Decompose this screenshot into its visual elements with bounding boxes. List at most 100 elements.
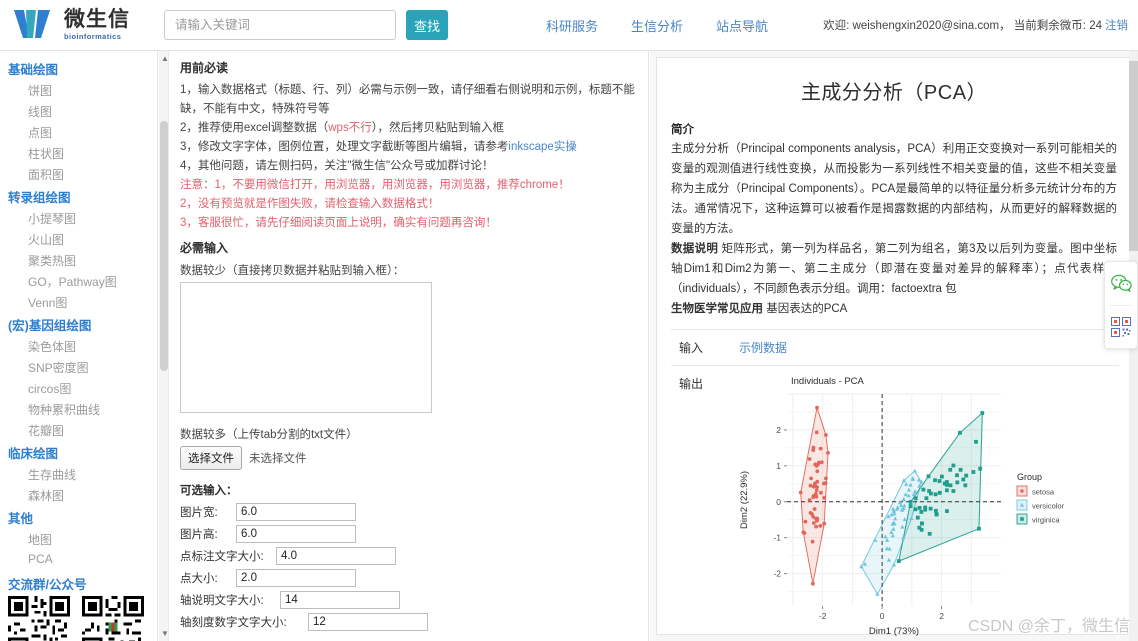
intro-paragraph: 主成分分析（Principal components analysis，PCA）… [671,143,1117,235]
inkscape-link[interactable]: inkscape实操 [508,141,576,153]
welcome-text: 欢迎: weishengxin2020@sina.com， 当前剩余微币: 24 [823,20,1102,32]
page-root: 微生信 bioinformatics 查找 科研服务 生信分析 站点导航 欢迎:… [0,0,1138,641]
note-1: 1，输入数据格式（标题、行、列）必需与示例一致，请仔细看右侧说明和示例，标题不能… [180,84,635,115]
data-textarea[interactable] [180,282,432,413]
sidebar-item-pie-chart[interactable]: 饼图 [0,80,157,101]
svg-text:0: 0 [880,611,885,621]
qr-section-title: 交流群/公众号 [8,578,87,592]
sidebar-group-basic[interactable]: 基础绘图 [0,57,157,80]
form-content: 用前必读 1，输入数据格式（标题、行、列）必需与示例一致，请仔细看右侧说明和示例… [170,51,648,641]
qrcode-icon[interactable] [1104,305,1138,348]
field-row-axis-tick-size: 轴刻度数字文字大小: [180,613,639,631]
small-data-label: 数据较少（直接拷贝数据并粘贴到输入框）： [180,265,405,277]
left-sidebar: 基础绘图 饼图 线图 点图 柱状图 面积图 转录组绘图 小提琴图 火山图 聚类热… [0,51,158,641]
logout-link[interactable]: 注销 [1105,20,1128,32]
sidebar-item-species-accumulation[interactable]: 物种累积曲线 [0,399,157,420]
search-input[interactable] [164,10,396,40]
input-image-height[interactable] [236,525,356,543]
must-read-title: 用前必读 [180,61,229,75]
nav-item-research-service[interactable]: 科研服务 [546,16,598,35]
io-row-output: 输出 -2 0 2 -2 -1 0 1 2 Individuals - PCA Dim1 (73%… [671,366,1119,641]
field-row-axis-title-size: 轴说明文字大小: [180,591,639,609]
note-3: 3，修改文字字体，图例位置，处理文字截断等图片编辑，请参考inkscape实操 [180,141,577,153]
sidebar-item-venn[interactable]: Venn图 [0,292,157,313]
label-image-width: 图片宽: [180,507,218,519]
search-button[interactable]: 查找 [406,10,448,40]
sidebar-item-forest-plot[interactable]: 森林图 [0,485,157,506]
svg-text:-1: -1 [773,533,781,543]
svg-text:2: 2 [776,425,781,435]
sidebar-item-bar-chart[interactable]: 柱状图 [0,143,157,164]
watermark-text: CSDN @余丁，微生信 [967,618,1130,635]
svg-text:setosa: setosa [1032,488,1055,497]
warning-1: 注意：1，不要用微信打开，用浏览器，用浏览器，用浏览器，推荐chrome！ [180,179,570,191]
sidebar-item-go-pathway[interactable]: GO，Pathway图 [0,271,157,292]
scroll-thumb[interactable] [160,121,168,371]
choose-file-button[interactable]: 选择文件 [180,446,242,470]
sidebar-group-transcriptome[interactable]: 转录组绘图 [0,185,157,208]
sidebar-item-snp-density[interactable]: SNP密度图 [0,357,157,378]
input-image-width[interactable] [236,503,356,521]
search-area: 查找 [164,10,448,40]
input-axis-title-size[interactable] [280,591,400,609]
brand-name-en: bioinformatics [64,32,122,42]
brand-name-cn: 微生信 [64,8,130,32]
input-point-label-size[interactable] [276,547,396,565]
qr-cell-group: 微信交流群 [8,596,70,641]
sidebar-group-clinical[interactable]: 临床绘图 [0,441,157,464]
svg-text:2: 2 [939,611,944,621]
scroll-down-icon[interactable]: ▼ [161,629,169,638]
bio-application: 生物医学常见应用 基因表达的PCA [671,299,1117,319]
wechat-icon[interactable] [1104,262,1138,305]
sidebar-item-area-chart[interactable]: 面积图 [0,164,157,185]
sidebar-item-line-chart[interactable]: 线图 [0,101,157,122]
big-data-label: 数据较多（上传tab分割的txt文件） [180,429,358,441]
note-2: 2，推荐使用excel调整数据（wps不行），然后拷贝粘贴到输入框 [180,122,504,134]
warning-3: 3，客服很忙，请先仔细阅读页面上说明，确实有问题再咨询！ [180,217,497,229]
file-upload-row: 选择文件 未选择文件 [180,446,639,470]
middle-scrollbar[interactable]: ▲ ▼ [159,51,169,641]
brand-logo[interactable]: 微生信 bioinformatics [0,8,158,42]
input-point-size[interactable] [236,569,356,587]
label-axis-tick-size: 轴刻度数字文字大小: [180,617,287,629]
nav-item-site-navigation[interactable]: 站点导航 [716,16,768,35]
example-data-link[interactable]: 示例数据 [739,341,787,355]
intro-heading: 简介 [671,124,694,136]
svg-text:versicolor: versicolor [1032,502,1065,511]
sidebar-item-violin-plot[interactable]: 小提琴图 [0,208,157,229]
label-image-height: 图片高: [180,529,218,541]
weishengxin-logo-icon [12,8,58,42]
sidebar-item-cluster-heatmap[interactable]: 聚类热图 [0,250,157,271]
right-scroll-thumb[interactable] [1129,61,1138,251]
qr-cell-service: 微生信智能客服 [80,596,147,641]
sidebar-item-circos[interactable]: circos图 [0,378,157,399]
qrcode-group-icon [8,596,70,641]
scroll-up-icon[interactable]: ▲ [161,54,169,63]
sidebar-group-other[interactable]: 其他 [0,506,157,529]
sidebar-item-dot-chart[interactable]: 点图 [0,122,157,143]
sidebar-menu: 基础绘图 饼图 线图 点图 柱状图 面积图 转录组绘图 小提琴图 火山图 聚类热… [0,57,157,568]
sidebar-item-survival-curve[interactable]: 生存曲线 [0,464,157,485]
io-label-output: 输出 [679,377,704,391]
sidebar-item-pca[interactable]: PCA [0,550,157,568]
svg-text:-2: -2 [819,611,827,621]
required-input-title: 必需输入 [180,241,229,255]
sidebar-group-genome[interactable]: (宏)基因组绘图 [0,313,157,336]
sidebar-item-volcano-plot[interactable]: 火山图 [0,229,157,250]
wps-warning-text: wps不行 [328,122,372,134]
io-row-input: 输入 示例数据 [671,330,1119,366]
io-value-input: 示例数据 [733,330,1119,365]
input-axis-tick-size[interactable] [308,613,428,631]
io-table: 输入 示例数据 输出 -2 0 2 -2 -1 0 1 2 Individuals - PCA D… [671,329,1119,641]
svg-text:1: 1 [776,461,781,471]
field-row-point-size: 点大小: [180,569,639,587]
floating-contact-widget [1104,261,1138,349]
sidebar-item-map[interactable]: 地图 [0,529,157,550]
nav-item-bioinfo-analysis[interactable]: 生信分析 [631,16,683,35]
sidebar-item-petal-plot[interactable]: 花瓣图 [0,420,157,441]
sidebar-item-chromosome[interactable]: 染色体图 [0,336,157,357]
bio-application-text: 基因表达的PCA [766,303,848,315]
bio-application-label: 生物医学常见应用 [671,303,763,315]
svg-text:Dim2 (22.9%): Dim2 (22.9%) [739,471,750,529]
io-label-input: 输入 [679,341,704,355]
